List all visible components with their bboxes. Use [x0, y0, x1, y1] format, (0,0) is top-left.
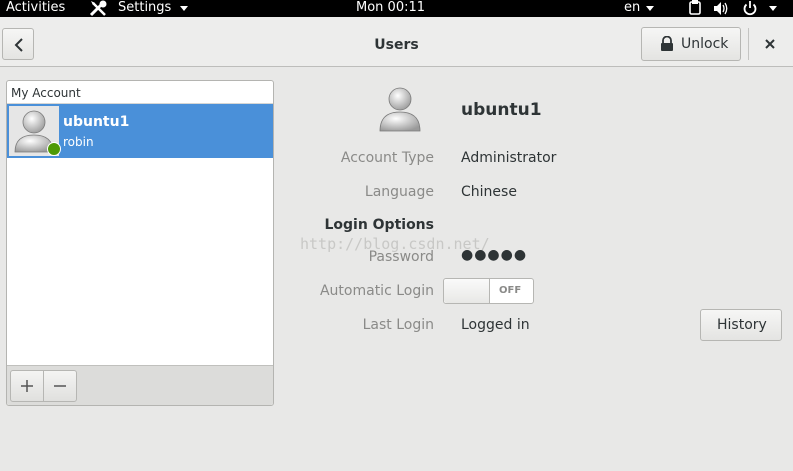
lock-icon: [661, 36, 673, 51]
history-label: History: [717, 317, 767, 333]
list-toolbar: [7, 365, 273, 405]
clock[interactable]: Mon 00:11: [356, 0, 425, 17]
account-type-value[interactable]: Administrator: [461, 150, 556, 166]
header-bar: Users Unlock: [0, 17, 793, 67]
user-name: ubuntu1: [63, 114, 130, 130]
volume-icon: [714, 2, 728, 15]
power-icon: [743, 1, 757, 16]
login-options-heading: Login Options: [324, 217, 434, 233]
unlock-button[interactable]: Unlock: [641, 27, 741, 61]
settings-tools-icon: [89, 0, 107, 17]
chevron-down-icon: [769, 6, 777, 11]
keyboard-layout-label: en: [624, 0, 641, 15]
switch-state: OFF: [499, 285, 522, 296]
avatar: [9, 106, 61, 156]
online-status-indicator: [47, 142, 61, 156]
activities-button[interactable]: Activities: [6, 0, 65, 17]
remove-user-button[interactable]: [43, 370, 77, 402]
keyboard-layout-menu[interactable]: en: [624, 0, 654, 17]
password-label: Password: [368, 249, 434, 265]
close-icon[interactable]: [760, 34, 780, 54]
top-bar: Activities Settings Mon 00:11 en: [0, 0, 793, 17]
last-login-value: Logged in: [461, 317, 530, 333]
automatic-login-switch[interactable]: OFF: [443, 278, 534, 304]
switch-knob: [444, 279, 490, 303]
account-list-heading: My Account: [11, 86, 81, 100]
user-full-name[interactable]: ubuntu1: [461, 100, 542, 120]
user-avatar-icon[interactable]: [376, 84, 424, 134]
plus-icon: [21, 380, 33, 392]
account-list: My Account ubuntu1 robin: [6, 80, 274, 406]
last-login-label: Last Login: [362, 317, 434, 333]
header-separator: [748, 28, 749, 60]
language-value[interactable]: Chinese: [461, 184, 517, 200]
account-type-label: Account Type: [340, 150, 434, 166]
chevron-down-icon: [646, 6, 654, 11]
password-value[interactable]: ●●●●●: [461, 247, 527, 263]
language-label: Language: [364, 184, 434, 200]
chevron-down-icon: [180, 6, 188, 11]
app-menu-label: Settings: [118, 0, 172, 15]
history-button[interactable]: History: [700, 309, 782, 341]
shell-indicator-icon: [689, 0, 701, 15]
minus-icon: [54, 385, 66, 387]
automatic-login-label: Automatic Login: [319, 283, 434, 299]
system-status-menu[interactable]: [684, 0, 789, 17]
unlock-label: Unlock: [681, 36, 729, 52]
add-user-button[interactable]: [10, 370, 44, 402]
user-subtitle: robin: [63, 135, 94, 149]
